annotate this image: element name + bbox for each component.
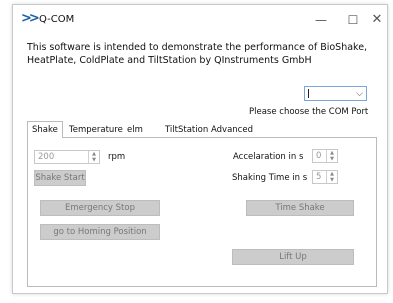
tab-strip: Shake Temperature elm TiltStation Advanc… [27, 121, 377, 138]
app-window: >> Q-COM — ☐ ✕ This software is intended… [12, 4, 388, 294]
speed-unit-label: rpm [108, 152, 126, 162]
shake-panel: 200 ▲ ▼ rpm Shake Start Accelaration in s… [27, 137, 377, 287]
acceleration-label: Accelaration in s [233, 152, 304, 162]
chevron-down-icon[interactable]: ⌵ [356, 87, 363, 101]
shaking-time-input[interactable]: 5 ▲ ▼ [312, 170, 338, 184]
shake-start-button[interactable]: Shake Start [34, 170, 86, 186]
minimize-button[interactable]: — [311, 11, 331, 29]
tab-shake[interactable]: Shake [27, 121, 63, 138]
shaking-time-label: Shaking Time in s [232, 173, 308, 183]
text-caret [308, 89, 309, 98]
emergency-stop-button[interactable]: Emergency Stop [40, 200, 160, 216]
spin-arrows-icon[interactable]: ▲ ▼ [326, 171, 337, 183]
tab-advanced[interactable]: Advanced [207, 123, 257, 137]
close-button[interactable]: ✕ [367, 11, 387, 29]
acceleration-input[interactable]: 0 ▲ ▼ [312, 149, 338, 163]
speed-value: 200 [38, 152, 55, 162]
tab-tiltstation[interactable]: TiltStation [161, 123, 212, 137]
window-title: Q-COM [39, 14, 75, 25]
homing-position-button[interactable]: go to Homing Position [40, 224, 160, 240]
description-text: This software is intended to demonstrate… [27, 42, 368, 66]
maximize-button[interactable]: ☐ [343, 11, 363, 29]
shaking-time-value: 5 [316, 172, 322, 182]
spin-arrows-icon[interactable]: ▲ ▼ [88, 151, 99, 163]
lift-up-button[interactable]: Lift Up [232, 249, 354, 265]
tab-elm[interactable]: elm [123, 123, 147, 137]
title-bar: >> Q-COM — ☐ ✕ [13, 5, 387, 35]
com-port-label: Please choose the COM Port [249, 107, 369, 117]
time-shake-button[interactable]: Time Shake [246, 200, 354, 216]
tab-temperature[interactable]: Temperature [65, 123, 127, 137]
double-chevron-icon: >> [21, 11, 40, 26]
spin-arrows-icon[interactable]: ▲ ▼ [326, 150, 337, 162]
speed-input[interactable]: 200 ▲ ▼ [34, 150, 100, 164]
com-port-select[interactable]: ⌵ [304, 86, 367, 101]
acceleration-value: 0 [316, 151, 322, 161]
